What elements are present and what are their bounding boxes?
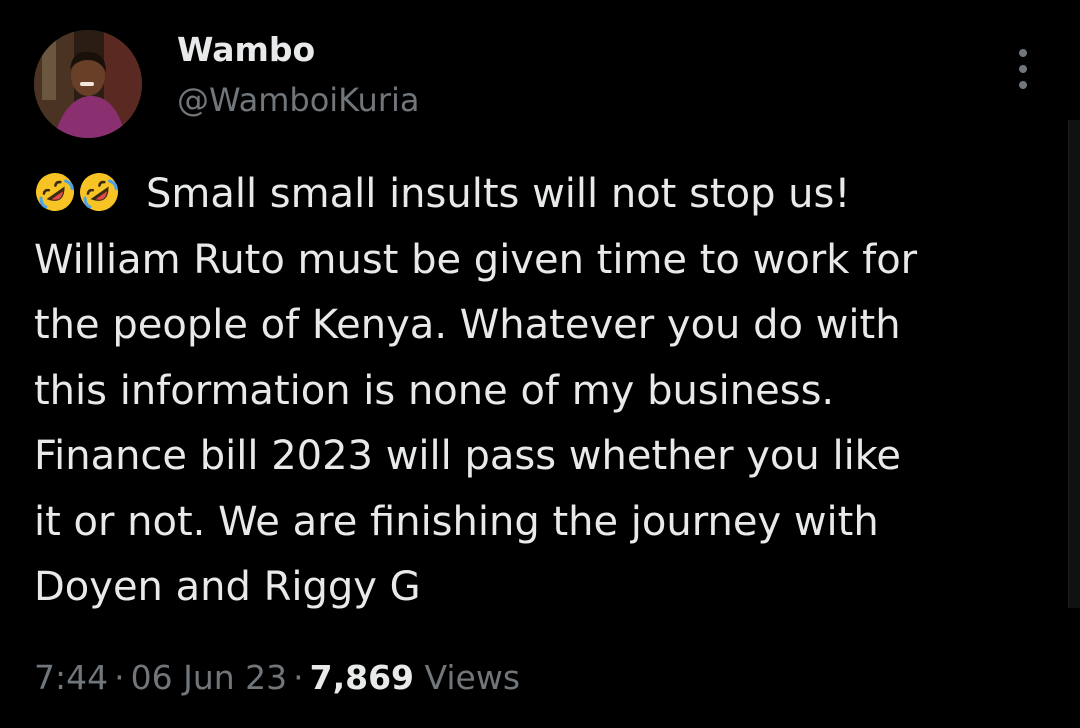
avatar[interactable] xyxy=(34,30,142,138)
avatar-image xyxy=(34,30,142,138)
tweet: Wambo @WamboiKuria Small small insults w… xyxy=(0,0,1080,728)
tweet-text-line-3: the people of Kenya. Whatever you do wit… xyxy=(34,302,901,348)
more-vertical-icon xyxy=(1019,49,1027,57)
meta-separator: · xyxy=(293,658,304,697)
display-name[interactable]: Wambo xyxy=(177,30,315,70)
user-handle[interactable]: @WamboiKuria xyxy=(177,80,419,120)
more-options-button[interactable] xyxy=(1004,46,1044,92)
tweet-meta: 7:44 · 06 Jun 23 · 7,869 Views xyxy=(34,656,520,700)
views-label[interactable]: Views xyxy=(425,658,521,697)
tweet-text-line-5: Finance bill 2023 will pass whether you … xyxy=(34,433,902,479)
rolling-on-floor-laughing-icon xyxy=(36,173,74,211)
meta-separator: · xyxy=(114,658,125,697)
views-count[interactable]: 7,869 xyxy=(310,658,414,697)
tweet-text-line-6: it or not. We are finishing the journey … xyxy=(34,498,879,545)
tweet-text-line-7: Doyen and Riggy G xyxy=(34,564,421,610)
rolling-on-floor-laughing-icon xyxy=(80,173,118,211)
scrollbar[interactable] xyxy=(1068,120,1080,608)
tweet-text: Small small insults will not stop us! Wi… xyxy=(34,162,1044,621)
tweet-text-line-2: William Ruto must be given time to work … xyxy=(34,236,918,283)
tweet-text-line-1: Small small insults will not stop us! xyxy=(146,171,851,217)
tweet-date[interactable]: 06 Jun 23 xyxy=(131,658,288,697)
tweet-text-line: Small small insults will not stop us! xyxy=(34,162,1044,228)
tweet-text-line-4: this information is none of my business. xyxy=(34,367,835,414)
tweet-time[interactable]: 7:44 xyxy=(34,658,108,697)
